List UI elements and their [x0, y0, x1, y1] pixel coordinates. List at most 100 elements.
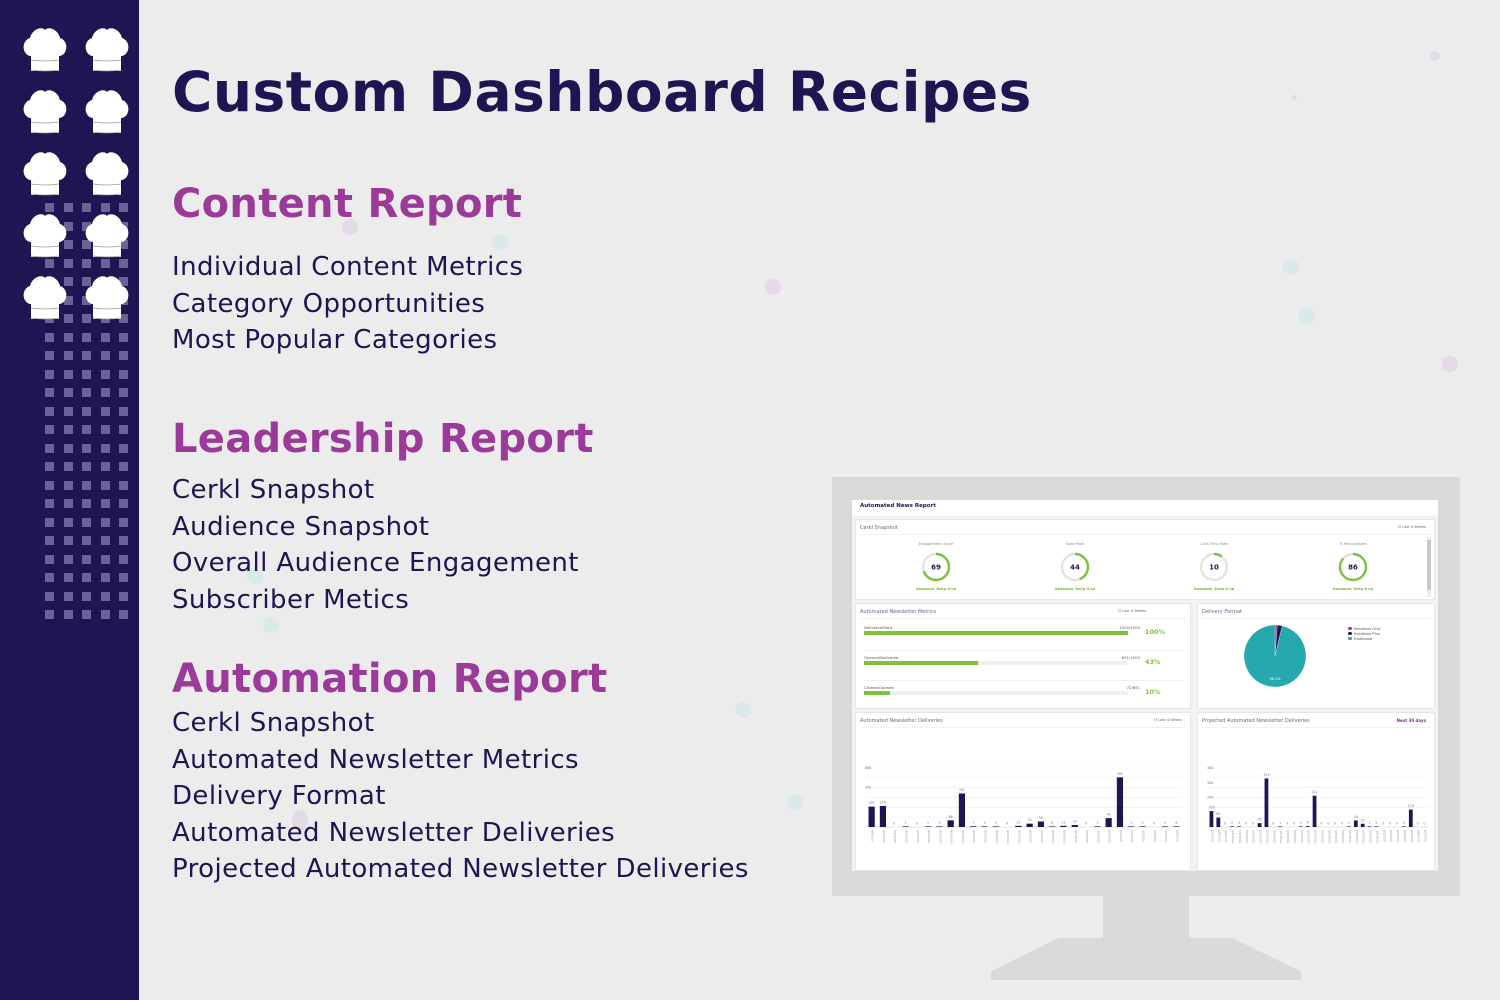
decorative-dot	[787, 794, 803, 810]
decorative-square	[63, 573, 73, 582]
bar-value-label: 64	[1216, 812, 1220, 816]
bar-value-label: 34	[1028, 818, 1032, 822]
leadership-report-heading: Leadership Report	[172, 416, 594, 462]
chef-hat-icon	[82, 148, 132, 198]
legend-item[interactable]: Traditional	[1348, 636, 1381, 641]
decorative-square	[45, 443, 54, 453]
bar	[1264, 778, 1269, 827]
bar-value-label: 6	[1307, 821, 1309, 825]
bar-value-label: 1	[1348, 821, 1350, 825]
x-tick-label: 4/29/2019	[1096, 830, 1100, 844]
bar-value-label: 0	[1396, 822, 1398, 826]
decorative-square	[119, 610, 129, 619]
bar	[1128, 826, 1135, 827]
bar-value-label: 22	[1361, 818, 1365, 822]
decorative-dot	[765, 279, 781, 295]
x-tick-label: 4/14/2019	[927, 830, 931, 844]
dashboard-header: Automated News Report	[852, 500, 1438, 516]
scrollbar[interactable]	[1427, 537, 1431, 597]
list-item: Delivery Format	[172, 781, 386, 812]
metrics-title: Automated Newsletter Metrics	[860, 609, 937, 615]
decorative-square	[100, 443, 110, 453]
bar	[1216, 817, 1221, 827]
chef-hat-icon	[20, 86, 70, 136]
decorative-square	[45, 388, 54, 397]
gauge-ring: 69	[921, 552, 951, 582]
decorative-dot	[1283, 259, 1299, 275]
pie-slice-label: 96.2%	[1269, 677, 1281, 681]
decorative-square	[119, 388, 129, 397]
metrics-range[interactable]: ☷ Last 4 Weeks	[1118, 609, 1146, 613]
x-tick-label: 4/20/2019	[995, 830, 999, 844]
bar	[924, 826, 932, 827]
x-tick-label: 5/23/2019	[1320, 830, 1324, 844]
decorative-square	[45, 610, 54, 619]
decorative-square	[100, 462, 110, 471]
bar-value-label: 26	[1258, 818, 1262, 822]
y-tick-label: 300	[1207, 781, 1213, 785]
metric-row: Delivered/Sent 1505/1505 100%	[864, 625, 1184, 643]
metric-progress-fill	[864, 691, 891, 695]
svg-text:69: 69	[931, 564, 941, 572]
bar-value-label: 212	[1312, 790, 1318, 794]
gauge-ring: 86	[1338, 552, 1368, 582]
x-tick-label: 5/18/2019	[1286, 830, 1290, 844]
sidebar-panel	[0, 0, 139, 1000]
content-report-heading: Content Report	[172, 181, 523, 227]
legend-swatch	[1348, 636, 1352, 641]
x-tick-label: 5/28/2019	[1355, 830, 1359, 844]
decorative-square	[63, 388, 73, 397]
bar	[970, 826, 977, 827]
snapshot-range[interactable]: ☷ Last 4 Weeks	[1398, 525, 1426, 529]
divider	[860, 618, 1186, 619]
x-tick-label: 5/20/2019	[1300, 830, 1304, 844]
decorative-square	[119, 406, 129, 416]
delivery-format-pie-chart: 96.2%	[1243, 624, 1307, 688]
decorative-square	[82, 480, 92, 490]
list-item: Cerkl Snapshot	[172, 708, 375, 738]
x-tick-label: 4/19/2019	[984, 830, 988, 844]
gauge: % Personalized 86 Awesome, Keep it up	[1313, 542, 1393, 591]
decorative-square	[63, 554, 73, 564]
decorative-square	[119, 554, 129, 564]
gauge: Engagement Score 69 Awesome, Keep it up	[896, 542, 976, 591]
bar-value-label: 0	[1245, 822, 1247, 826]
legend-item[interactable]: Headlines Only	[1348, 626, 1381, 631]
decorative-square	[119, 536, 129, 545]
x-tick-label: 4/26/2019	[1063, 830, 1067, 844]
bar-value-label: 0	[1334, 822, 1336, 826]
decorative-square	[63, 499, 73, 508]
chef-hat-icon	[82, 210, 132, 260]
bar-value-label: 6	[1051, 821, 1053, 825]
x-tick-label: 6/7/2019	[1424, 830, 1428, 842]
legend-item[interactable]: Headlines Plus	[1348, 631, 1381, 636]
bar-value-label: 12	[1061, 820, 1065, 824]
bar-value-label: 90	[1107, 813, 1111, 817]
content-report-list: Individual Content Metrics Category Oppo…	[172, 249, 523, 359]
x-tick-label: 4/16/2019	[950, 830, 954, 844]
decorative-square	[82, 388, 92, 397]
x-tick-label: 5/9/2019	[1224, 830, 1228, 842]
decorative-square	[82, 443, 92, 453]
snapshot-title: Cerkl Snapshot	[860, 525, 898, 531]
bar	[868, 806, 875, 827]
bar	[1139, 826, 1146, 827]
bar	[947, 820, 954, 827]
gauge-ring: 44	[1060, 552, 1090, 582]
x-tick-label: 4/30/2019	[1108, 830, 1112, 844]
bar-value-label: 0	[1417, 822, 1419, 826]
leadership-report-list: Cerkl Snapshot Audience Snapshot Overall…	[172, 472, 579, 618]
bar	[1049, 826, 1056, 827]
x-tick-label: 5/19/2019	[1293, 830, 1297, 844]
svg-text:44: 44	[1070, 564, 1080, 572]
deliveries-bar-chart: 4006002074/9/20192144/10/201904/11/20191…	[865, 766, 1182, 844]
scrollbar-thumb[interactable]	[1427, 540, 1431, 590]
decorative-square	[82, 591, 92, 601]
bar-value-label: 108	[1208, 806, 1214, 810]
x-tick-label: 5/25/2019	[1334, 830, 1338, 844]
decorative-square	[100, 517, 110, 527]
x-tick-label: 6/6/2019	[1417, 830, 1421, 842]
bar	[1094, 826, 1101, 827]
bar-value-label: 3	[938, 821, 940, 825]
x-tick-label: 5/2/2019	[1130, 830, 1134, 842]
